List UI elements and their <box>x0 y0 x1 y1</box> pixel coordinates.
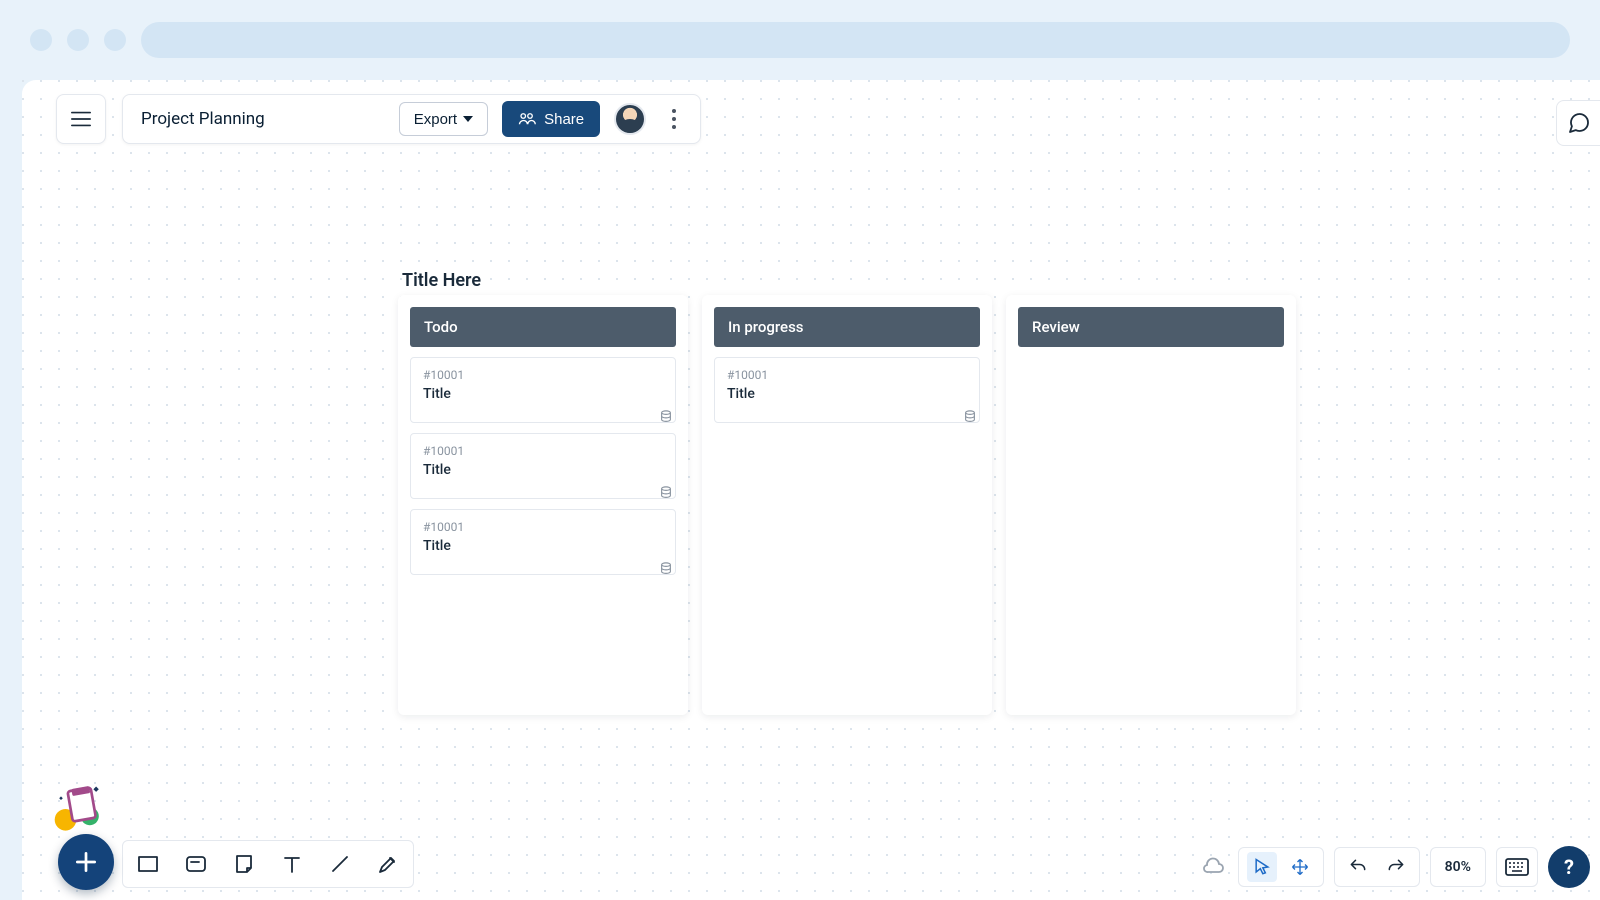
chat-bubble-icon <box>1567 111 1591 135</box>
plus-icon <box>73 849 99 875</box>
select-cursor-button[interactable] <box>1247 852 1277 882</box>
kanban-card[interactable]: #10001 Title <box>714 357 980 423</box>
keyboard-icon <box>1505 858 1529 876</box>
column-header[interactable]: Review <box>1018 307 1284 347</box>
traffic-light-dot <box>30 29 52 51</box>
hamburger-icon <box>70 110 92 128</box>
tool-text[interactable] <box>277 849 307 879</box>
tool-highlighter[interactable] <box>373 849 403 879</box>
zoom-level: 80% <box>1439 859 1477 875</box>
pan-cursor-button[interactable] <box>1285 852 1315 882</box>
kanban-column[interactable]: In progress #10001 Title <box>702 295 992 715</box>
tool-line[interactable] <box>325 849 355 879</box>
column-header[interactable]: Todo <box>410 307 676 347</box>
people-icon <box>518 112 536 126</box>
chevron-down-icon <box>463 116 473 122</box>
cursor-mode-group <box>1238 847 1324 887</box>
redo-button[interactable] <box>1381 852 1411 882</box>
kanban-card[interactable]: #10001 Title <box>410 433 676 499</box>
tool-card[interactable] <box>181 849 211 879</box>
zoom-control[interactable]: 80% <box>1430 847 1486 887</box>
hamburger-menu-button[interactable] <box>56 94 106 144</box>
card-id: #10001 <box>423 444 663 458</box>
browser-chrome <box>0 0 1600 80</box>
kanban-card[interactable]: #10001 Title <box>410 357 676 423</box>
card-title: Title <box>727 386 967 402</box>
keyboard-shortcuts-button[interactable] <box>1496 847 1538 887</box>
canvas-stage: Project Planning Export Share <box>22 80 1600 900</box>
kanban-column[interactable]: Review <box>1006 295 1296 715</box>
text-icon <box>280 852 304 876</box>
undo-button[interactable] <box>1343 852 1373 882</box>
help-label: ? <box>1564 855 1574 879</box>
comments-button[interactable] <box>1556 100 1600 146</box>
rectangle-icon <box>136 852 160 876</box>
card-title: Title <box>423 538 663 554</box>
traffic-light-dot <box>67 29 89 51</box>
kanban-card[interactable]: #10001 Title <box>410 509 676 575</box>
help-button[interactable]: ? <box>1548 846 1590 888</box>
highlighter-icon <box>376 852 400 876</box>
undo-redo-group <box>1334 847 1420 887</box>
export-button[interactable]: Export <box>399 102 488 136</box>
url-bar <box>141 22 1570 58</box>
title-toolbar: Project Planning Export Share <box>122 94 701 144</box>
card-id: #10001 <box>423 368 663 382</box>
database-icon <box>659 486 675 502</box>
move-icon <box>1290 857 1310 877</box>
card-title: Title <box>423 386 663 402</box>
database-icon <box>963 410 979 426</box>
line-icon <box>328 852 352 876</box>
cursor-icon <box>1252 857 1272 877</box>
database-icon <box>659 410 675 426</box>
kanban-board: Todo#10001Title#10001Title#10001TitleIn … <box>398 295 1296 715</box>
traffic-light-dot <box>104 29 126 51</box>
undo-icon <box>1348 857 1368 877</box>
card-id: #10001 <box>423 520 663 534</box>
tool-sticky-note[interactable] <box>229 849 259 879</box>
more-options-button[interactable] <box>660 101 688 137</box>
cloud-icon <box>1201 857 1225 877</box>
sticky-note-icon <box>232 852 256 876</box>
cloud-sync-button[interactable] <box>1198 852 1228 882</box>
card-id: #10001 <box>727 368 967 382</box>
card-icon <box>184 852 208 876</box>
column-header[interactable]: In progress <box>714 307 980 347</box>
kanban-column[interactable]: Todo #10001 Title #10001 Title #10001 Title <box>398 295 688 715</box>
add-fab-button[interactable] <box>58 834 114 890</box>
shape-tool-tray <box>122 840 414 888</box>
database-icon <box>659 562 675 578</box>
redo-icon <box>1386 857 1406 877</box>
document-title[interactable]: Project Planning <box>141 109 265 129</box>
share-label: Share <box>544 111 584 128</box>
avatar[interactable] <box>614 103 646 135</box>
share-button[interactable]: Share <box>502 101 600 137</box>
card-title: Title <box>423 462 663 478</box>
board-title[interactable]: Title Here <box>402 270 481 291</box>
tool-rectangle[interactable] <box>133 849 163 879</box>
export-label: Export <box>414 111 457 128</box>
